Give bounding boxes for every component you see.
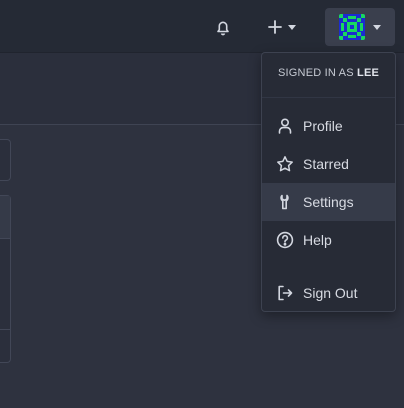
caret-down-icon [288, 24, 296, 30]
question-circle-icon [276, 231, 294, 249]
star-icon [277, 156, 293, 172]
menu-divider [262, 97, 395, 98]
menu-item-starred[interactable]: Starred [262, 145, 395, 183]
menu-item-label: Settings [303, 194, 354, 210]
sign-out-icon [278, 285, 293, 301]
person-icon [278, 118, 292, 134]
content-input-fragment [0, 139, 11, 181]
menu-item-label: Help [303, 232, 332, 248]
signed-in-username: LEE [357, 67, 380, 79]
user-dropdown-menu: SIGNED IN AS LEE Profile Starred Setting… [261, 52, 396, 312]
content-card-fragment [0, 195, 11, 363]
caret-down-icon [373, 24, 381, 30]
card-body [0, 239, 10, 330]
user-menu-toggle[interactable] [325, 8, 395, 46]
menu-item-label: Sign Out [303, 285, 358, 301]
menu-item-help[interactable]: Help [262, 221, 395, 259]
card-header [0, 196, 10, 239]
menu-item-label: Profile [303, 118, 343, 134]
notifications-button[interactable] [210, 14, 236, 40]
top-navbar [0, 0, 404, 53]
signed-in-prefix: SIGNED IN AS [278, 67, 354, 79]
user-avatar [339, 14, 365, 40]
bell-icon [217, 21, 229, 35]
menu-item-label: Starred [303, 156, 349, 172]
menu-item-profile[interactable]: Profile [262, 107, 395, 145]
identicon-avatar-icon [339, 14, 365, 40]
signed-in-label: SIGNED IN AS LEE [278, 67, 379, 79]
menu-item-sign-out[interactable]: Sign Out [262, 274, 395, 312]
plus-icon [268, 20, 282, 34]
create-new-button[interactable] [262, 14, 302, 40]
wrench-icon [280, 194, 289, 210]
menu-item-settings[interactable]: Settings [262, 183, 395, 221]
